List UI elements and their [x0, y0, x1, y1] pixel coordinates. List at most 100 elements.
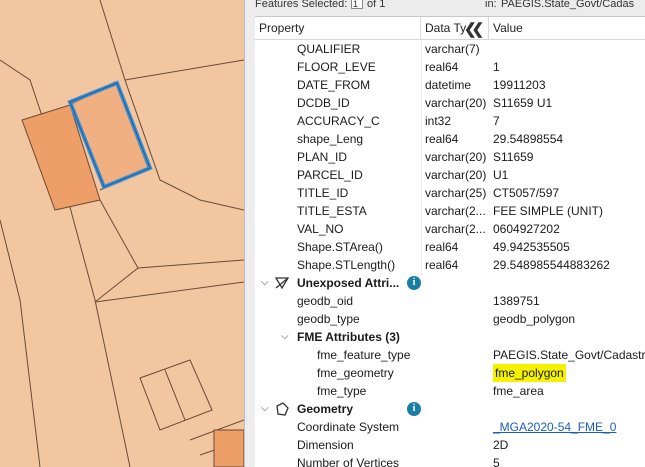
map-view[interactable] — [0, 0, 244, 467]
table-row[interactable]: ACCURACY_C int32 7 — [255, 112, 645, 130]
selection-bar: Features Selected: 1 of 1 in: PAEGIS.Sta… — [255, 0, 645, 17]
row-value: 0604927202 — [493, 222, 560, 236]
table-row[interactable]: PARCEL_ID varchar(20) U1 — [255, 166, 645, 184]
row-value: 29.548985544883262 — [493, 258, 610, 272]
row-property: PARCEL_ID — [297, 168, 363, 182]
table-row[interactable]: fme_geometry fme_polygon — [255, 364, 645, 382]
column-header-value[interactable]: Value — [489, 17, 645, 39]
chevron-down-icon[interactable]: ⌵ — [261, 400, 269, 418]
row-value: U1 — [493, 168, 509, 182]
row-value: 7 — [493, 114, 500, 128]
row-property: fme_feature_type — [317, 348, 411, 362]
row-property: TITLE_ID — [297, 186, 349, 200]
row-property: VAL_NO — [297, 222, 344, 236]
row-property: QUALIFIER — [297, 42, 361, 56]
table-row[interactable]: Shape.STLength() real64 29.548985544883262 — [255, 256, 645, 274]
unexposed-attributes-icon — [274, 277, 290, 290]
feature-type-name: PAEGIS.State_Govt/Cadas — [501, 0, 635, 10]
row-value: 19911203 — [493, 78, 546, 92]
feature-stepper-value: 1 — [353, 0, 359, 9]
row-property: geodb_type — [297, 312, 360, 326]
row-value: fme_area — [493, 384, 544, 398]
row-type: varchar(20) — [425, 150, 487, 164]
info-icon[interactable]: i — [407, 402, 421, 416]
row-property: FLOOR_LEVE — [297, 60, 376, 74]
table-row[interactable]: FLOOR_LEVE real64 1 — [255, 58, 645, 76]
row-property: fme_geometry — [317, 366, 394, 380]
table-row[interactable]: TITLE_ID varchar(25) CT5057/597 — [255, 184, 645, 202]
row-value: FEE SIMPLE (UNIT) — [493, 204, 604, 218]
group-geometry[interactable]: ⌵ Geometry i — [255, 400, 645, 418]
row-property: Dimension — [297, 438, 354, 452]
row-value-highlighted: fme_polygon — [493, 364, 566, 382]
table-row[interactable]: Number of Vertices 5 — [255, 454, 645, 467]
row-value: 2D — [493, 438, 509, 452]
row-property: PLAN_ID — [297, 150, 348, 164]
table-row[interactable]: Dimension 2D — [255, 436, 645, 454]
feature-information-panel: Features Selected: 1 of 1 in: PAEGIS.Sta… — [255, 0, 645, 467]
row-type: real64 — [425, 132, 459, 146]
row-property: Number of Vertices — [297, 456, 400, 467]
row-type: real64 — [425, 60, 459, 74]
table-row[interactable]: shape_Leng real64 29.54898554 — [255, 130, 645, 148]
row-property: ACCURACY_C — [297, 114, 380, 128]
group-title: Unexposed Attri... — [297, 276, 400, 290]
chevron-down-icon[interactable]: ⌵ — [261, 274, 269, 292]
column-header-property[interactable]: Property — [255, 17, 421, 39]
row-property: fme_type — [317, 384, 367, 398]
in-label: in: — [485, 0, 497, 10]
row-property: geodb_oid — [297, 294, 354, 308]
row-value: S11659 U1 — [493, 96, 553, 110]
table-row[interactable]: geodb_oid 1389751 — [255, 292, 645, 310]
group-title: FME Attributes (3) — [297, 330, 400, 344]
chevron-down-icon[interactable]: ⌵ — [281, 328, 289, 346]
table-header: Property Data Ty Value — [255, 17, 645, 40]
row-property: Coordinate System — [297, 420, 400, 434]
info-icon[interactable]: i — [407, 276, 421, 290]
row-property: shape_Leng — [297, 132, 364, 146]
row-property: TITLE_ESTA — [297, 204, 367, 218]
row-property: DCDB_ID — [297, 96, 350, 110]
table-row[interactable]: PLAN_ID varchar(20) S11659 — [255, 148, 645, 166]
row-property: Shape.STLength() — [297, 258, 396, 272]
row-value: 1389751 — [493, 294, 540, 308]
collapse-columns-icon[interactable]: ❮❮ — [464, 20, 484, 38]
row-value: geodb_polygon — [493, 312, 576, 326]
table-row[interactable]: Shape.STArea() real64 49.942535505 — [255, 238, 645, 256]
row-type: varchar(2... — [425, 204, 486, 218]
row-property: DATE_FROM — [297, 78, 371, 92]
row-value: CT5057/597 — [493, 186, 560, 200]
row-type: varchar(20) — [425, 96, 487, 110]
group-title: Geometry — [297, 402, 354, 416]
attribute-table: QUALIFIER varchar(7) FLOOR_LEVE real64 1 DA… — [255, 40, 645, 467]
row-value: 29.54898554 — [493, 132, 564, 146]
row-type: int32 — [425, 114, 452, 128]
table-row[interactable]: DATE_FROM datetime 19911203 — [255, 76, 645, 94]
row-value: 5 — [493, 456, 500, 467]
row-type: varchar(20) — [425, 168, 487, 182]
row-type: real64 — [425, 240, 459, 254]
table-row[interactable]: fme_type fme_area — [255, 382, 645, 400]
table-row[interactable]: QUALIFIER varchar(7) — [255, 40, 645, 58]
table-row[interactable]: Coordinate System _MGA2020-54_FME_0 — [255, 418, 645, 436]
table-row[interactable]: fme_feature_type PAEGIS.State_Govt/Cadast… — [255, 346, 645, 364]
row-property: Shape.STArea() — [297, 240, 383, 254]
row-type: varchar(2... — [425, 222, 486, 236]
row-value: PAEGIS.State_Govt/Cadastre — [493, 348, 645, 362]
table-row[interactable]: geodb_type geodb_polygon — [255, 310, 645, 328]
table-row[interactable]: VAL_NO varchar(2... 0604927202 — [255, 220, 645, 238]
row-type: varchar(7) — [425, 42, 480, 56]
row-value: 49.942535505 — [493, 240, 570, 254]
table-row[interactable]: TITLE_ESTA varchar(2... FEE SIMPLE (UNIT) — [255, 202, 645, 220]
geometry-icon — [276, 402, 289, 416]
feature-count: of 1 — [367, 0, 386, 10]
features-selected-label: Features Selected: — [255, 0, 348, 10]
row-type: datetime — [425, 78, 472, 92]
row-value: S11659 — [493, 150, 534, 164]
coordinate-system-link[interactable]: _MGA2020-54_FME_0 — [493, 418, 616, 436]
group-fme-attributes[interactable]: ⌵ FME Attributes (3) — [255, 328, 645, 346]
table-row[interactable]: DCDB_ID varchar(20) S11659 U1 — [255, 94, 645, 112]
group-unexposed-attributes[interactable]: ⌵ Unexposed Attri... i — [255, 274, 645, 292]
cadastre-map[interactable] — [0, 0, 244, 467]
row-type: real64 — [425, 258, 459, 272]
